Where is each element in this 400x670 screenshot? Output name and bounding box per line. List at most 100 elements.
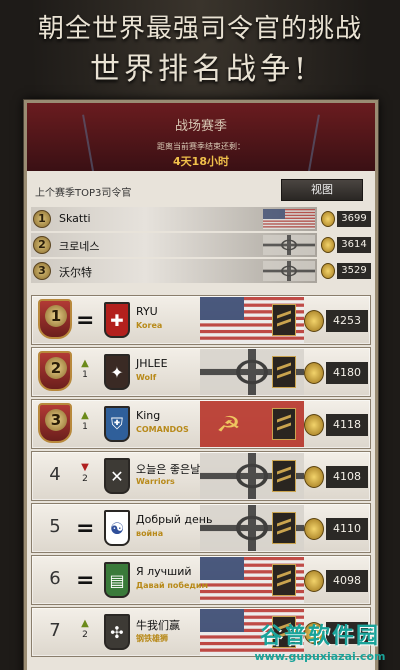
player-name: JHLEE: [136, 357, 168, 370]
rank-change-indicator: =: [76, 514, 94, 544]
watermark-url: www.gupuxiazai.com: [254, 650, 386, 663]
rank-number: 7: [49, 620, 61, 641]
flag-icon: [263, 209, 315, 230]
rank-down-icon: ▼: [81, 462, 89, 473]
header-line1: 朝全世界最强司令官的挑战: [37, 14, 362, 44]
score-value: 3699: [337, 211, 371, 227]
rank-change: 2: [82, 474, 88, 484]
promo-header: 朝全世界最强司令官的挑战 世界排名战争!: [0, 0, 400, 100]
player-name: RYU: [136, 305, 158, 318]
rank-change-indicator: ▲ 1: [76, 410, 94, 440]
medal-icon: [321, 211, 335, 227]
commander-name: Skatti: [59, 212, 91, 225]
clan-emblem-icon: ▤: [104, 562, 130, 598]
military-rank-icon: [272, 512, 296, 544]
clan-name: Warriors: [136, 477, 175, 486]
rank-badge: 1: [33, 210, 51, 228]
rank-number: 3: [45, 409, 67, 431]
clan-name: COMANDOS: [136, 425, 189, 434]
watermark-text: 谷普软件园: [259, 624, 380, 649]
no-change-icon: =: [76, 308, 95, 333]
rank-medal-icon: 2: [36, 351, 74, 393]
player-name: Добрый день: [136, 513, 213, 526]
military-rank-icon: [272, 564, 296, 596]
no-change-icon: =: [76, 516, 95, 541]
medal-icon: [304, 362, 324, 384]
score-value: 3529: [337, 263, 371, 279]
clan-emblem-icon: ✚: [104, 302, 130, 338]
player-name: Я лучший: [136, 565, 192, 578]
top3-row[interactable]: 1 Skatti 3699: [31, 207, 371, 231]
clan-name: 钢铁雄狮: [136, 634, 168, 643]
rank-number: 6: [49, 568, 61, 589]
rank-up-icon: ▲: [81, 358, 89, 369]
rank-number: 5: [49, 516, 61, 537]
medal-icon: [304, 570, 324, 592]
flag-icon: [263, 235, 315, 255]
ranking-row[interactable]: 2 ▲ 1 ✦ JHLEE Wolf 4180: [31, 347, 371, 397]
clan-emblem-icon: ☯: [104, 510, 130, 546]
clan-name: Wolf: [136, 373, 157, 382]
player-name: King: [136, 409, 161, 422]
rank-up-icon: ▲: [81, 618, 89, 629]
rank-change-indicator: =: [76, 306, 94, 336]
score-value: 4110: [326, 518, 368, 540]
score-value: 4180: [326, 362, 368, 384]
rank-change: 1: [82, 422, 88, 432]
season-subtitle: 距离当前赛季结束还剩：: [157, 142, 245, 151]
military-rank-icon: [272, 408, 296, 440]
clan-emblem-icon: ✕: [104, 458, 130, 494]
rank-medal-icon: 1: [36, 299, 74, 341]
previous-top3-header: 上个赛季TOP3司令官 视图: [27, 175, 375, 203]
medal-icon: [321, 263, 335, 279]
medal-icon: [321, 237, 335, 253]
rank-change-indicator: ▲ 1: [76, 358, 94, 388]
clan-emblem-icon: ⛨: [104, 406, 130, 442]
season-time-left: 4天18小时: [173, 155, 229, 168]
season-banner: 战场赛季 距离当前赛季结束还剩： 4天18小时: [27, 103, 375, 171]
rank-change-indicator: =: [76, 566, 94, 596]
medal-icon: [304, 518, 324, 540]
ranking-row[interactable]: 1 = ✚ RYU Korea 4253: [31, 295, 371, 345]
watermark: 谷普软件园 www.gupuxiazai.com: [240, 618, 400, 670]
no-change-icon: =: [76, 568, 95, 593]
commander-name: 沃尔特: [59, 266, 92, 279]
clan-name: Давай победим: [136, 581, 209, 590]
medal-icon: [304, 466, 324, 488]
ranking-row[interactable]: 6 = ▤ Я лучший Давай победим 4098: [31, 555, 371, 605]
player-name: 牛我们赢: [136, 619, 180, 632]
clan-emblem-icon: ✦: [104, 354, 130, 390]
header-line2: 世界排名战争!: [89, 52, 311, 87]
clan-emblem-icon: ✣: [104, 614, 130, 650]
ranking-row[interactable]: 5 = ☯ Добрый день война 4110: [31, 503, 371, 553]
season-title: 战场赛季: [174, 119, 227, 134]
rank-number: 4: [49, 464, 61, 485]
flag-icon: [263, 261, 315, 281]
ranking-row[interactable]: 3 ▲ 1 ☭ ⛨ King COMANDOS 4118: [31, 399, 371, 449]
rank-change: 1: [82, 370, 88, 380]
score-value: 3614: [337, 237, 371, 253]
rank-up-icon: ▲: [81, 410, 89, 421]
military-rank-icon: [272, 356, 296, 388]
ranking-panel: 战场赛季 距离当前赛季结束还剩： 4天18小时 上个赛季TOP3司令官 视图 1…: [24, 100, 378, 670]
military-rank-icon: [272, 304, 296, 336]
top3-row[interactable]: 2 크로네스 3614: [31, 233, 371, 257]
clan-name: война: [136, 529, 164, 538]
rank-change-indicator: ▲ 2: [76, 618, 94, 648]
rank-change-indicator: ▼ 2: [76, 462, 94, 492]
rank-change: 2: [82, 630, 88, 640]
rank-badge: 2: [33, 236, 51, 254]
medal-icon: [304, 414, 324, 436]
score-value: 4118: [326, 414, 368, 436]
military-rank-icon: [272, 460, 296, 492]
rank-badge: 3: [33, 262, 51, 280]
score-value: 4098: [326, 570, 368, 592]
rank-medal-icon: 3: [36, 403, 74, 445]
rank-number: 1: [45, 305, 67, 327]
player-name: 오늘은 좋은날: [136, 463, 201, 476]
clan-name: Korea: [136, 321, 163, 330]
ranking-row[interactable]: 4 ▼ 2 ✕ 오늘은 좋은날 Warriors 4108: [31, 451, 371, 501]
top3-row[interactable]: 3 沃尔特 3529: [31, 259, 371, 283]
medal-icon: [304, 310, 324, 332]
view-button[interactable]: 视图: [281, 179, 363, 201]
